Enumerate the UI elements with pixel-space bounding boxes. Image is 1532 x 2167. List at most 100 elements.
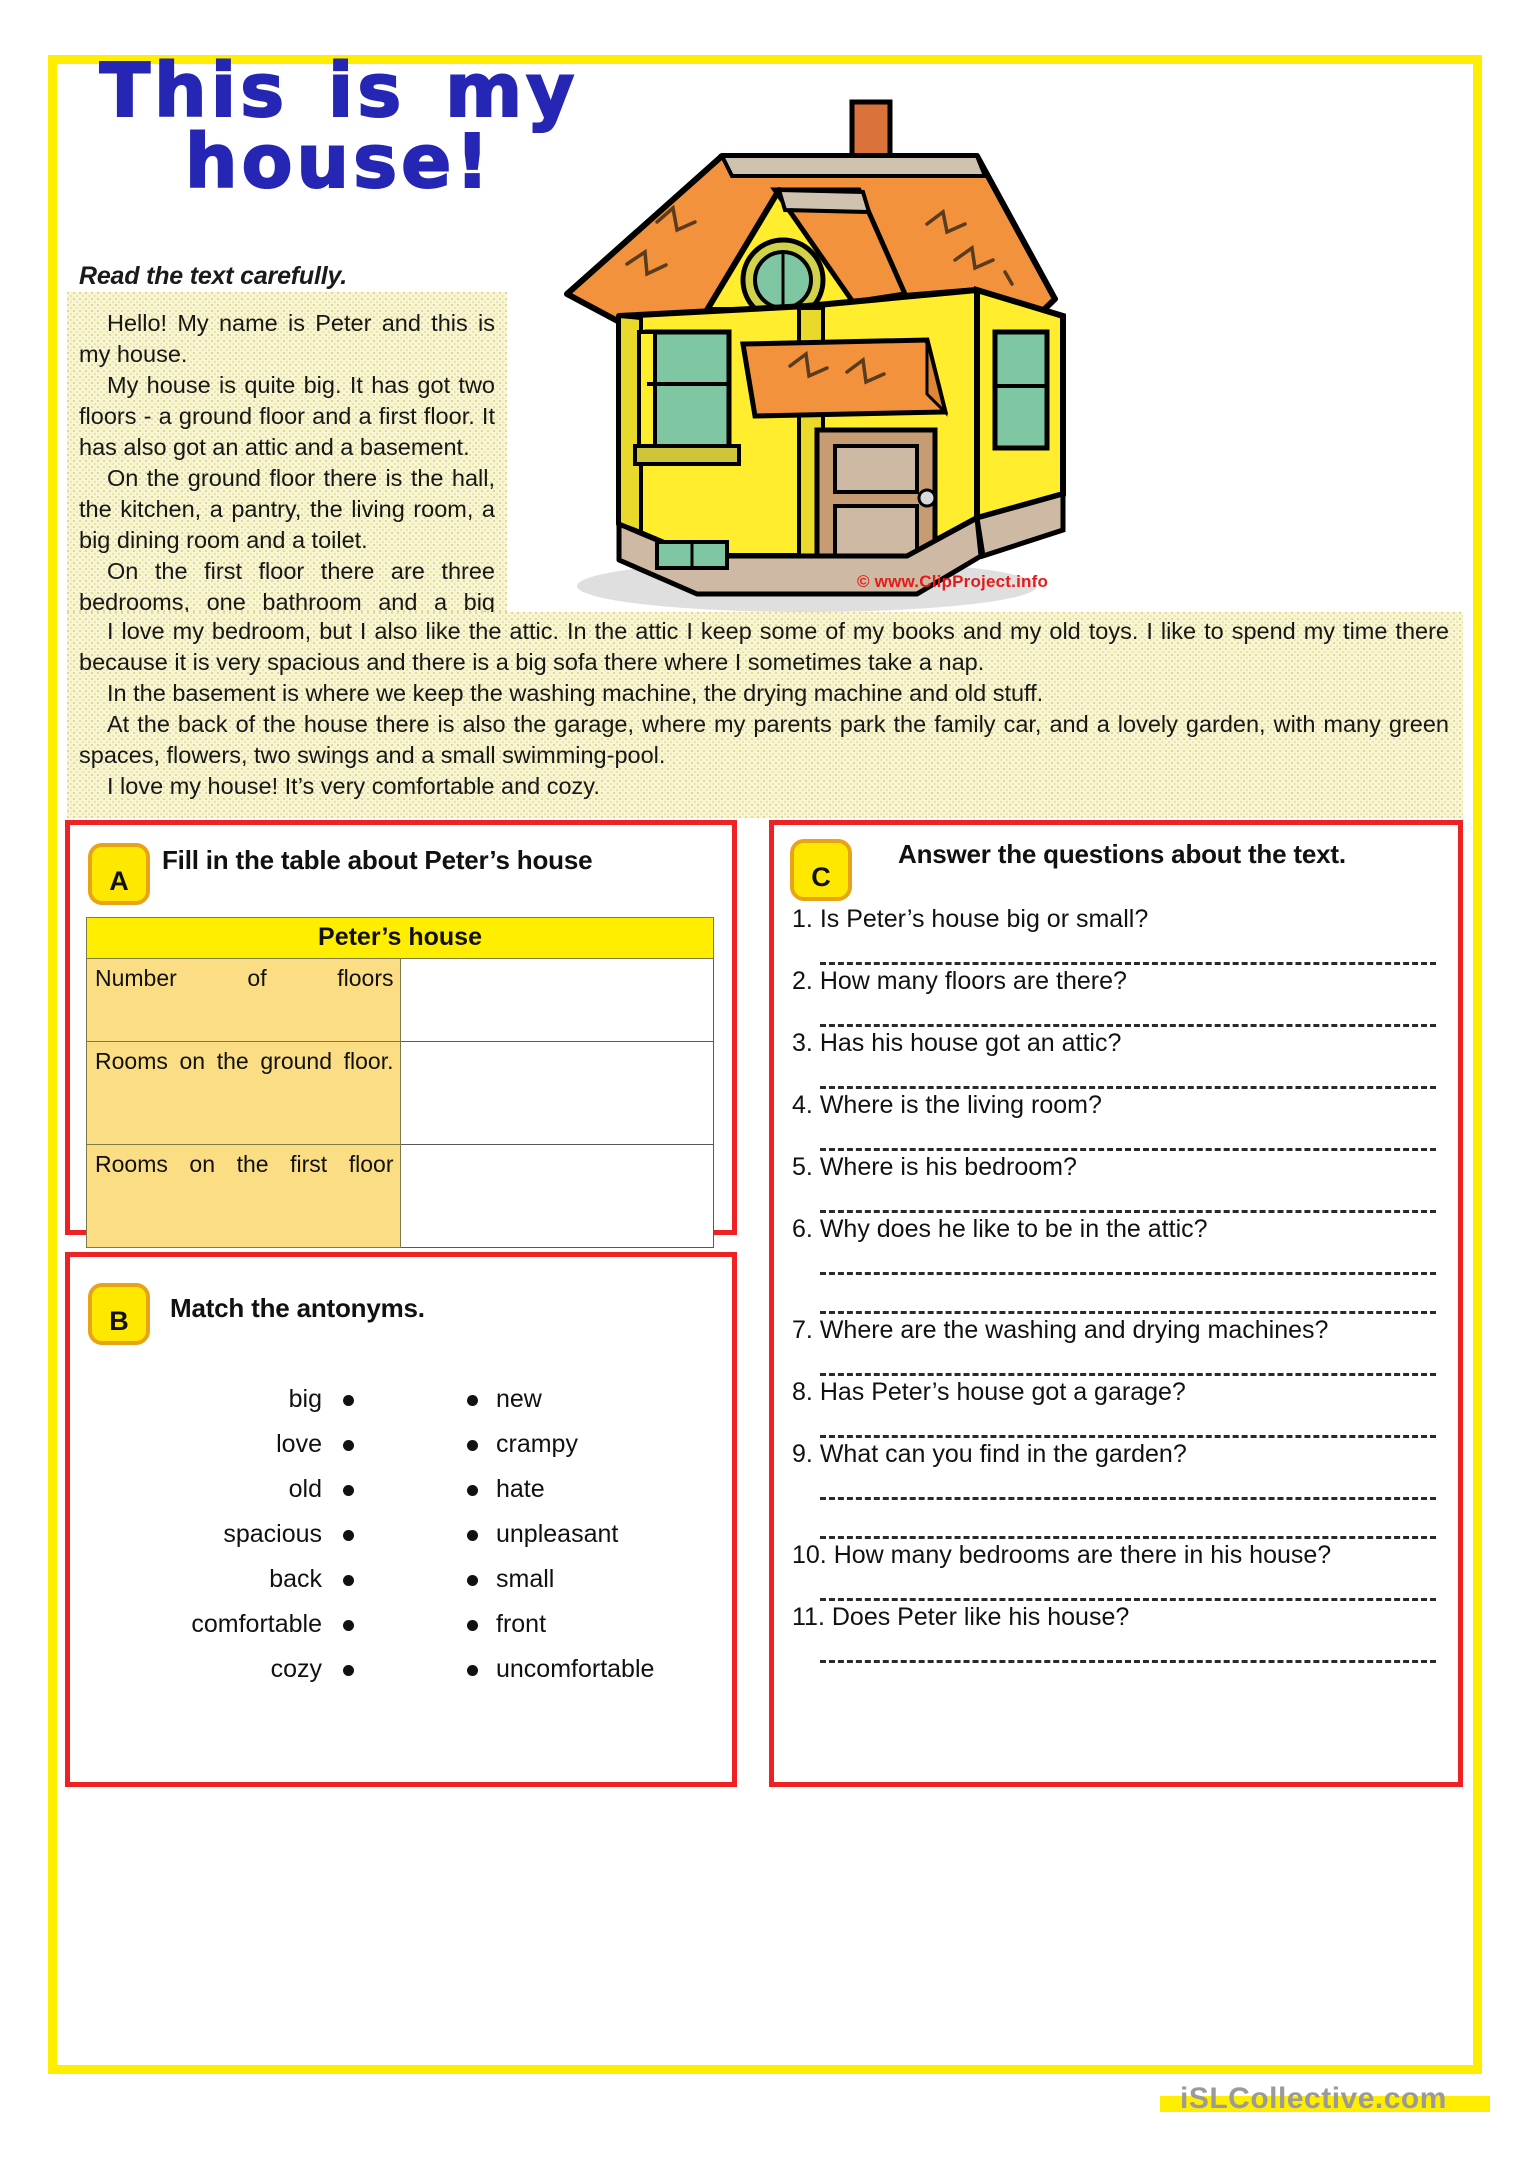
match-left-word[interactable]: spacious (70, 1520, 322, 1549)
question-item: 6. Why does he like to be in the attic? (792, 1213, 1442, 1314)
match-right-dot[interactable] (448, 1610, 496, 1639)
reading-paragraph: Hello! My name is Peter and this is my h… (79, 310, 495, 367)
question-body: How many bedrooms are there in his house… (833, 1541, 1332, 1569)
match-left-dot[interactable] (322, 1430, 374, 1459)
match-right-word[interactable]: small (496, 1565, 732, 1594)
table-row: Rooms on the first floor (86, 1144, 714, 1248)
table-label-cell: Number of floors (86, 958, 401, 1042)
question-body: Does Peter like his house? (831, 1603, 1130, 1631)
question-text: 7. Where are the washing and drying mach… (792, 1314, 1442, 1347)
question-item: 11. Does Peter like his house? (792, 1601, 1442, 1663)
exercise-c-box: C Answer the questions about the text. 1… (769, 820, 1463, 1787)
question-number: 6. (792, 1215, 813, 1243)
match-right-dot[interactable] (448, 1565, 496, 1594)
peters-house-table: Peter’s house Number of floors Rooms on … (86, 917, 714, 1248)
match-left-word[interactable]: big (70, 1385, 322, 1414)
answer-line[interactable] (820, 1184, 1436, 1213)
question-item: 1. Is Peter’s house big or small? (792, 903, 1442, 965)
exercise-b-letter-badge: B (88, 1283, 150, 1345)
exercise-b-box: B Match the antonyms. big new love cramp… (65, 1252, 737, 1787)
question-body: How many floors are there? (819, 967, 1127, 995)
reading-paragraph: On the ground floor there is the hall, t… (79, 465, 495, 553)
match-left-word[interactable]: back (70, 1565, 322, 1594)
match-row: comfortable front (70, 1602, 732, 1647)
answer-line[interactable] (820, 1510, 1436, 1539)
question-text: 10. How many bedrooms are there in his h… (792, 1539, 1442, 1572)
question-item: 7. Where are the washing and drying mach… (792, 1314, 1442, 1376)
answer-line[interactable] (820, 1347, 1436, 1376)
match-right-word[interactable]: uncomfortable (496, 1655, 732, 1684)
question-number: 4. (792, 1091, 813, 1119)
question-item: 3. Has his house got an attic? (792, 1027, 1442, 1089)
match-left-word[interactable]: old (70, 1475, 322, 1504)
answer-line[interactable] (820, 1409, 1436, 1438)
worksheet-page: This is my house! Read the text carefull… (48, 53, 1482, 2074)
answer-line[interactable] (820, 936, 1436, 965)
front-door (814, 427, 938, 559)
answer-line[interactable] (820, 1246, 1436, 1275)
table-row: Number of floors (86, 958, 714, 1042)
match-left-dot[interactable] (322, 1475, 374, 1504)
antonym-matching-list: big new love crampy old hate spacious un… (70, 1377, 732, 1692)
question-number: 8. (792, 1378, 813, 1406)
question-body: Is Peter’s house big or small? (819, 905, 1149, 933)
match-right-dot[interactable] (448, 1385, 496, 1414)
answer-line[interactable] (820, 1634, 1436, 1663)
question-number: 9. (792, 1440, 813, 1468)
reading-paragraph: My house is quite big. It has got two fl… (79, 372, 495, 460)
question-number: 1. (792, 905, 813, 933)
match-right-dot[interactable] (448, 1655, 496, 1684)
match-right-dot[interactable] (448, 1475, 496, 1504)
answer-line[interactable] (820, 1122, 1436, 1151)
exercise-a-box: A Fill in the table about Peter’s house … (65, 820, 737, 1248)
table-answer-cell[interactable] (399, 1041, 714, 1145)
answer-line[interactable] (820, 1471, 1436, 1500)
match-right-word[interactable]: front (496, 1610, 732, 1639)
question-text: 2. How many floors are there? (792, 965, 1442, 998)
answer-line[interactable] (820, 1285, 1436, 1314)
question-text: 1. Is Peter’s house big or small? (792, 903, 1442, 936)
match-right-word[interactable]: crampy (496, 1430, 732, 1459)
match-left-dot[interactable] (322, 1565, 374, 1594)
question-number: 10. (792, 1541, 827, 1569)
exercise-a-heading: Fill in the table about Peter’s house (162, 845, 593, 875)
exercise-b-heading: Match the antonyms. (170, 1293, 425, 1323)
reading-paragraph: I love my bedroom, but I also like the a… (79, 618, 1449, 675)
table-row: Rooms on the ground floor. (86, 1041, 714, 1145)
match-right-word[interactable]: unpleasant (496, 1520, 732, 1549)
match-left-word[interactable]: cozy (70, 1655, 322, 1684)
exercise-c-heading: Answer the questions about the text. (898, 839, 1346, 869)
match-row: big new (70, 1377, 732, 1422)
match-right-word[interactable]: hate (496, 1475, 732, 1504)
question-text: 4. Where is the living room? (792, 1089, 1442, 1122)
question-item: 4. Where is the living room? (792, 1089, 1442, 1151)
question-body: Where are the washing and drying machine… (819, 1316, 1329, 1344)
match-left-word[interactable]: love (70, 1430, 322, 1459)
match-left-word[interactable]: comfortable (70, 1610, 322, 1639)
answer-line[interactable] (820, 1572, 1436, 1601)
table-answer-cell[interactable] (399, 1144, 714, 1248)
question-text: 8. Has Peter’s house got a garage? (792, 1376, 1442, 1409)
match-right-dot[interactable] (448, 1430, 496, 1459)
match-right-word[interactable]: new (496, 1385, 732, 1414)
reading-paragraph: At the back of the house there is also t… (79, 711, 1449, 768)
match-left-dot[interactable] (322, 1385, 374, 1414)
match-right-dot[interactable] (448, 1520, 496, 1549)
question-body: Has his house got an attic? (819, 1029, 1122, 1057)
window-upper-left (633, 329, 741, 466)
match-left-dot[interactable] (322, 1655, 374, 1684)
answer-line[interactable] (820, 1060, 1436, 1089)
question-body: Where is his bedroom? (819, 1153, 1077, 1181)
match-left-dot[interactable] (322, 1610, 374, 1639)
table-label-cell: Rooms on the ground floor. (86, 1041, 401, 1145)
table-answer-cell[interactable] (399, 958, 714, 1042)
match-left-dot[interactable] (322, 1520, 374, 1549)
reading-text-wide: I love my bedroom, but I also like the a… (67, 612, 1463, 818)
question-item: 5. Where is his bedroom? (792, 1151, 1442, 1213)
question-body: What can you find in the garden? (819, 1440, 1187, 1468)
table-label-cell: Rooms on the first floor (86, 1144, 401, 1248)
answer-line[interactable] (820, 998, 1436, 1027)
question-number: 11. (792, 1603, 825, 1631)
question-body: Why does he like to be in the attic? (819, 1215, 1208, 1243)
question-number: 3. (792, 1029, 813, 1057)
